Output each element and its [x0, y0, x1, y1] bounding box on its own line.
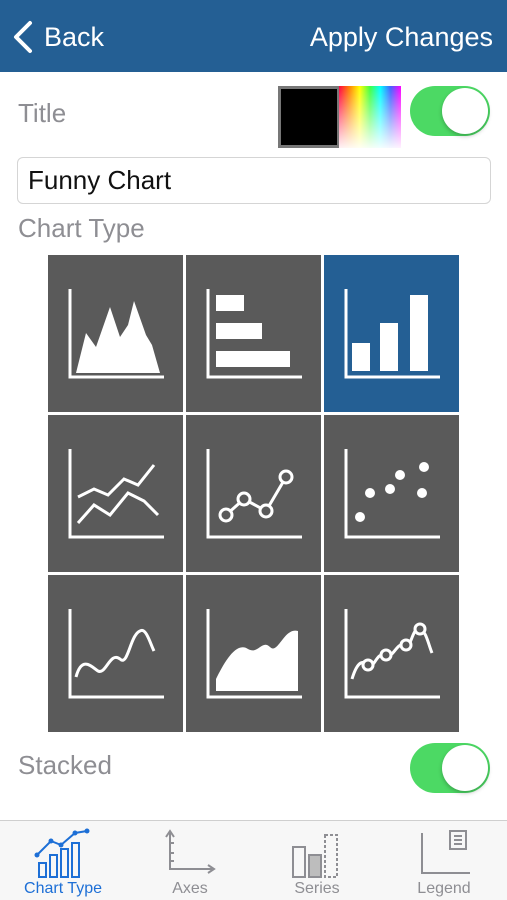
- spline-markers-icon: [344, 609, 440, 699]
- color-spectrum-picker[interactable]: [339, 86, 401, 148]
- tab-label-chart-type: Chart Type: [24, 880, 102, 897]
- stacked-toggle[interactable]: [410, 743, 490, 793]
- axes-icon: [165, 829, 216, 874]
- toggle-knob: [442, 88, 488, 134]
- spline-icon: [68, 609, 164, 699]
- chart-type-option-area-peaks[interactable]: [48, 255, 183, 412]
- stacked-label: Stacked: [18, 750, 112, 780]
- chart-type-option-spline-area[interactable]: [186, 575, 321, 732]
- title-visibility-toggle[interactable]: [410, 86, 490, 136]
- chart-type-option-line[interactable]: [48, 415, 183, 572]
- tab-legend[interactable]: Legend: [381, 821, 507, 900]
- chart-type-option-horizontal-bar[interactable]: [186, 255, 321, 412]
- title-input[interactable]: [17, 157, 491, 204]
- chart-type-icon: [34, 828, 90, 878]
- toggle-knob: [442, 745, 488, 791]
- legend-icon: [421, 830, 470, 874]
- chevron-left-icon: [14, 21, 32, 53]
- chart-type-option-column[interactable]: [324, 255, 459, 412]
- line-chart-icon: [68, 449, 164, 539]
- column-bar-icon: [344, 289, 440, 379]
- tab-label-legend: Legend: [417, 880, 471, 897]
- apply-changes-button[interactable]: Apply Changes: [310, 18, 493, 56]
- tab-axes[interactable]: Axes: [127, 821, 253, 900]
- chart-type-option-scatter[interactable]: [324, 415, 459, 572]
- series-icon: [292, 834, 338, 878]
- tab-series[interactable]: Series: [254, 821, 380, 900]
- tab-label-series: Series: [294, 880, 340, 897]
- scatter-icon: [344, 449, 440, 539]
- chart-type-option-line-markers[interactable]: [186, 415, 321, 572]
- horizontal-bar-icon: [206, 289, 302, 379]
- spline-area-icon: [206, 609, 302, 699]
- chart-type-grid: [48, 255, 460, 734]
- line-markers-icon: [206, 449, 302, 539]
- title-label: Title: [18, 98, 67, 128]
- tab-bar: Chart Type Axes Series Legend: [0, 820, 507, 900]
- tab-chart-type[interactable]: Chart Type: [0, 821, 126, 900]
- tab-label-axes: Axes: [172, 880, 208, 897]
- back-label: Back: [44, 21, 105, 52]
- navigation-bar: Back Apply Changes: [0, 0, 507, 72]
- chart-type-option-spline-markers[interactable]: [324, 575, 459, 732]
- chart-type-label: Chart Type: [18, 213, 145, 243]
- chart-type-option-spline[interactable]: [48, 575, 183, 732]
- back-button[interactable]: Back: [12, 18, 104, 56]
- title-color-swatch[interactable]: [278, 86, 340, 148]
- area-peaks-icon: [68, 289, 164, 379]
